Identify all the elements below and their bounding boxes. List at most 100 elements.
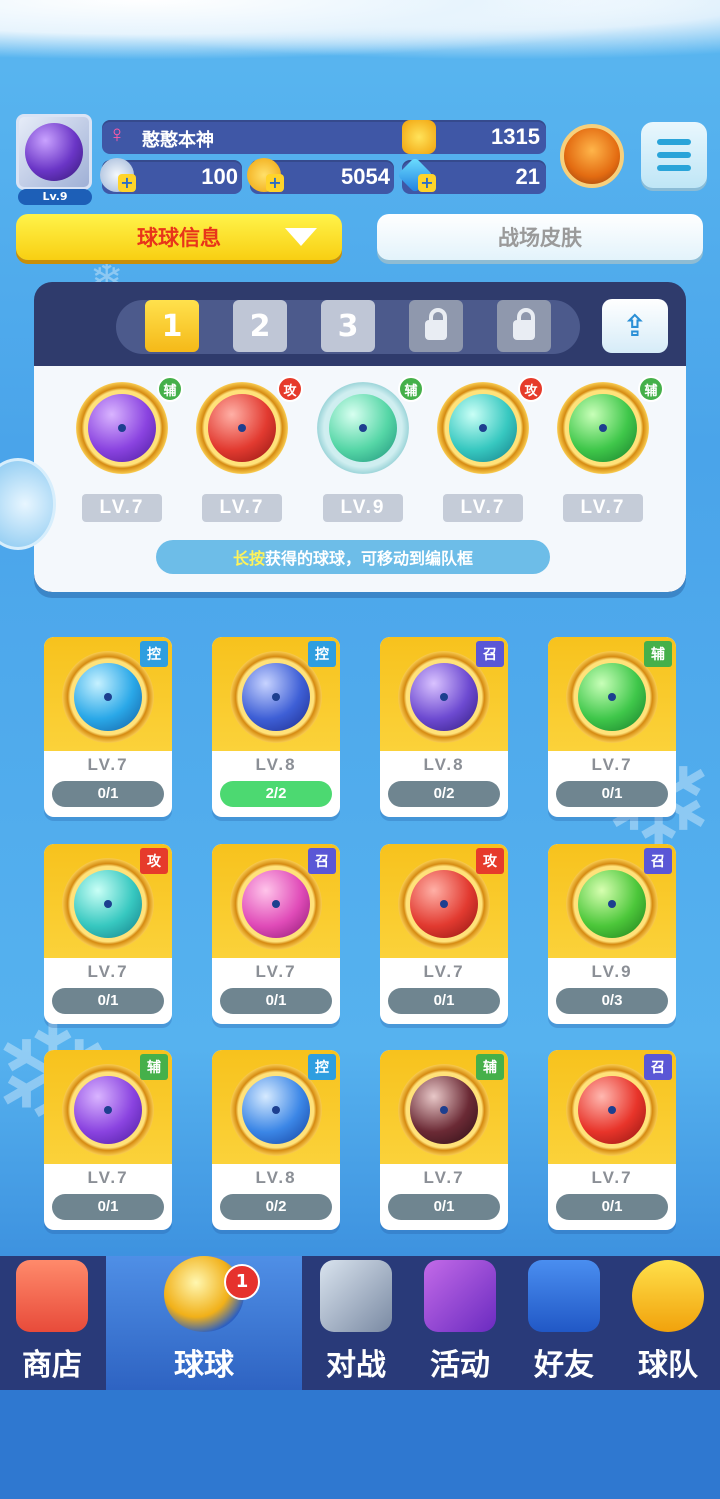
- type-badge: 控: [308, 641, 336, 667]
- type-badge: 召: [644, 1054, 672, 1080]
- card-progress: 0/2: [220, 1194, 332, 1220]
- team-ball-level: LV.7: [563, 494, 643, 522]
- ball-level: LV.7: [591, 1168, 633, 1187]
- ghost-ball-icon: [25, 123, 83, 181]
- lock-icon: [425, 308, 447, 340]
- ball-card[interactable]: 攻 LV.7 0/1: [44, 844, 172, 1024]
- lock-icon: [513, 308, 535, 340]
- type-badge: 攻: [476, 848, 504, 874]
- ball-card[interactable]: 控 LV.8 0/2: [212, 1050, 340, 1230]
- female-icon: ♀: [108, 121, 126, 148]
- notification-badge: 1: [224, 1264, 260, 1300]
- nav-shop-label: 商店: [22, 1348, 82, 1383]
- nav-events[interactable]: 活动: [408, 1256, 512, 1390]
- add-gems-button[interactable]: +: [418, 174, 436, 192]
- ball-card[interactable]: 辅 LV.7 0/1: [548, 637, 676, 817]
- hint-text: 获得的球球，可移动到编队框: [265, 549, 474, 568]
- player-level: Lv.9: [18, 189, 92, 205]
- card-progress: 0/3: [556, 988, 668, 1014]
- snow-banner: [0, 0, 720, 60]
- team-slot-3[interactable]: 3: [321, 300, 375, 352]
- ball-level: LV.7: [87, 962, 129, 981]
- nav-battle[interactable]: 对战: [304, 1256, 408, 1390]
- card-progress: 0/1: [556, 1194, 668, 1220]
- team-ball[interactable]: [437, 382, 529, 474]
- team-slot-locked[interactable]: [409, 300, 463, 352]
- nav-shop[interactable]: 商店: [0, 1256, 104, 1390]
- nav-friends[interactable]: 好友: [512, 1256, 616, 1390]
- ball-card[interactable]: 召 LV.7 0/1: [212, 844, 340, 1024]
- team-ball[interactable]: [76, 382, 168, 474]
- ball-card[interactable]: 辅 LV.7 0/1: [44, 1050, 172, 1230]
- nav-events-label: 活动: [430, 1348, 490, 1383]
- nav-battle-label: 对战: [326, 1348, 386, 1383]
- chevron-down-icon: [285, 228, 317, 246]
- team-ball[interactable]: [557, 382, 649, 474]
- ball-level: LV.8: [255, 755, 297, 774]
- type-badge: 召: [644, 848, 672, 874]
- gold-value: 5054: [341, 164, 390, 189]
- team-slot-1[interactable]: 1: [145, 300, 199, 352]
- energy-value: 100: [201, 164, 238, 189]
- type-badge: 召: [308, 848, 336, 874]
- nav-balls-label: 球球: [174, 1348, 234, 1383]
- ball-level: LV.7: [591, 755, 633, 774]
- ball-card[interactable]: 攻 LV.7 0/1: [380, 844, 508, 1024]
- ball-card[interactable]: 召 LV.7 0/1: [548, 1050, 676, 1230]
- nav-team[interactable]: 球队: [616, 1256, 720, 1390]
- shop-icon: [16, 1260, 88, 1332]
- type-badge: 攻: [140, 848, 168, 874]
- team-ball[interactable]: [317, 382, 409, 474]
- type-badge: 辅: [644, 641, 672, 667]
- add-energy-button[interactable]: +: [118, 174, 136, 192]
- ball-level: LV.7: [255, 962, 297, 981]
- ball-card[interactable]: 控 LV.7 0/1: [44, 637, 172, 817]
- long-press-hint: 长按 获得的球球，可移动到编队框: [156, 540, 550, 574]
- type-badge: 召: [476, 641, 504, 667]
- ball-level: LV.7: [87, 1168, 129, 1187]
- card-progress: 0/1: [52, 1194, 164, 1220]
- type-badge: 攻: [277, 376, 303, 402]
- ball-level: LV.8: [255, 1168, 297, 1187]
- player-avatar[interactable]: [16, 114, 92, 190]
- card-progress: 0/1: [52, 781, 164, 807]
- ball-card[interactable]: 控 LV.8 2/2: [212, 637, 340, 817]
- ball-card[interactable]: 辅 LV.7 0/1: [380, 1050, 508, 1230]
- ball-level: LV.7: [87, 755, 129, 774]
- team-slot-locked[interactable]: [497, 300, 551, 352]
- team-ball-level: LV.7: [443, 494, 523, 522]
- nav-team-label: 球队: [638, 1348, 698, 1383]
- type-badge: 控: [140, 641, 168, 667]
- trophy-count: 1315: [491, 124, 540, 149]
- ball-level: LV.9: [591, 962, 633, 981]
- type-badge: 辅: [140, 1054, 168, 1080]
- bottom-area: [0, 1390, 720, 1499]
- party-popper-icon: [424, 1260, 496, 1332]
- team-ball-level: LV.9: [323, 494, 403, 522]
- card-progress: 0/1: [556, 781, 668, 807]
- ball-card[interactable]: 召 LV.9 0/3: [548, 844, 676, 1024]
- team-ball[interactable]: [196, 382, 288, 474]
- type-badge: 辅: [157, 376, 183, 402]
- type-badge: 辅: [638, 376, 664, 402]
- ball-card[interactable]: 召 LV.8 0/2: [380, 637, 508, 817]
- type-badge: 攻: [518, 376, 544, 402]
- tab-battle-skins-label: 战场皮肤: [498, 226, 582, 250]
- tab-battle-skins[interactable]: 战场皮肤: [377, 214, 703, 260]
- crossed-swords-icon: [320, 1260, 392, 1332]
- card-progress: 0/2: [388, 781, 500, 807]
- ball-level: LV.8: [423, 755, 465, 774]
- nav-balls[interactable]: 球球: [106, 1256, 302, 1390]
- share-button[interactable]: ⇪: [602, 299, 668, 353]
- team-slot-2[interactable]: 2: [233, 300, 287, 352]
- add-gold-button[interactable]: +: [266, 174, 284, 192]
- card-progress: 0/1: [52, 988, 164, 1014]
- card-progress: 0/1: [388, 1194, 500, 1220]
- hint-emphasis: 长按: [232, 549, 265, 568]
- team-ball-level: LV.7: [202, 494, 282, 522]
- whistle-icon: [632, 1260, 704, 1332]
- rank-medal-icon[interactable]: [560, 124, 624, 188]
- menu-button[interactable]: [641, 122, 707, 188]
- card-progress: 0/1: [220, 988, 332, 1014]
- gem-value: 21: [515, 164, 540, 189]
